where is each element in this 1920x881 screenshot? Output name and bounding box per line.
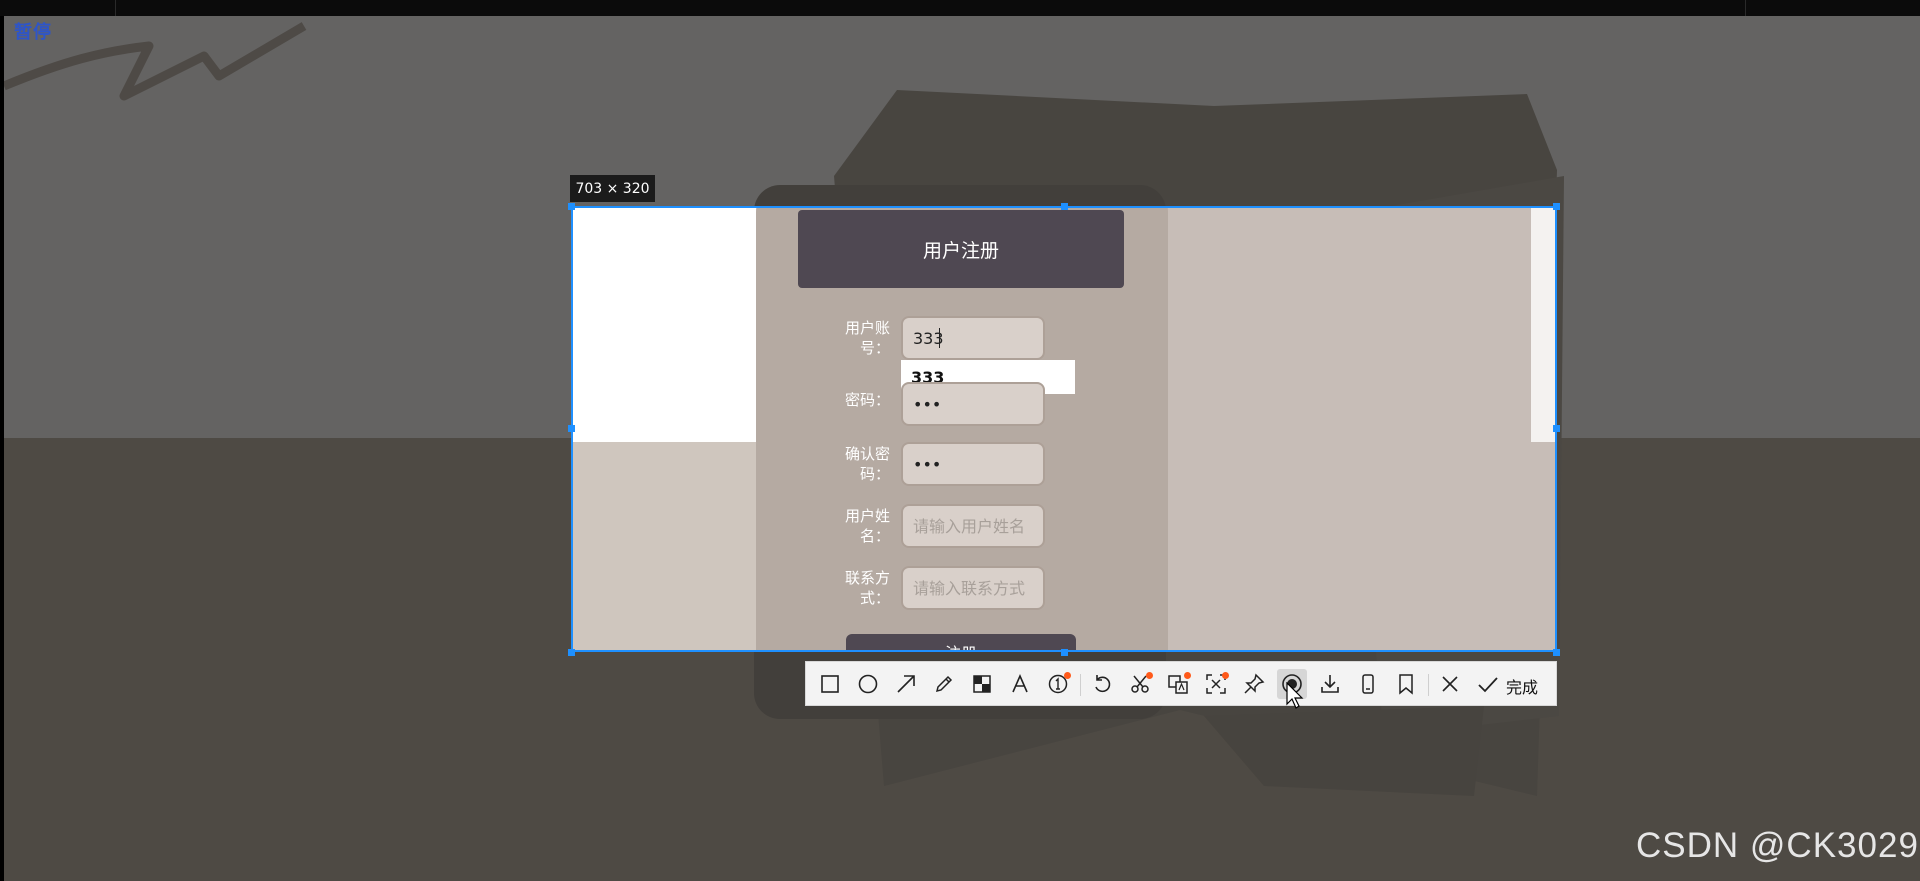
resize-handle-bottom-right[interactable] — [1553, 649, 1560, 656]
text-caret — [939, 328, 940, 348]
register-button[interactable]: 注册 — [846, 634, 1076, 650]
password-label: 密码： — [844, 391, 890, 409]
badge-dot — [1222, 672, 1229, 679]
scissors-icon[interactable] — [1125, 669, 1155, 699]
mosaic-icon[interactable] — [967, 669, 997, 699]
contact-label: 联系方式： — [844, 569, 890, 607]
arrow-icon[interactable] — [891, 669, 921, 699]
pencil-icon[interactable] — [929, 669, 959, 699]
confirm-password-input[interactable] — [901, 442, 1045, 486]
pin-icon[interactable] — [1239, 669, 1269, 699]
circle-icon[interactable] — [853, 669, 883, 699]
top-bar-divider — [115, 0, 116, 16]
selection-right-edge — [1531, 208, 1555, 442]
close-icon[interactable] — [1435, 669, 1465, 699]
username-input[interactable] — [901, 316, 1045, 360]
watermark-text: CSDN @CK3029 — [1636, 826, 1919, 865]
translate-icon[interactable] — [1163, 669, 1193, 699]
badge-dot — [1146, 672, 1153, 679]
bookmark-icon[interactable] — [1391, 669, 1421, 699]
contact-input[interactable] — [901, 566, 1045, 610]
real-name-input[interactable] — [901, 504, 1045, 548]
password-input[interactable] — [901, 382, 1045, 426]
top-bar — [0, 0, 1920, 16]
number-marker-icon[interactable] — [1043, 669, 1073, 699]
resize-handle-right[interactable] — [1553, 425, 1560, 432]
capture-selection[interactable]: 用户注册 用户账号： 333 密码： 确认密码： 用户姓名： 联系方式： 注册 — [571, 206, 1557, 652]
confirm-password-label: 确认密码： — [844, 445, 890, 483]
done-button-label[interactable]: 完成 — [1506, 674, 1538, 698]
username-label: 用户账号： — [844, 319, 890, 357]
toolbar-divider — [1428, 674, 1429, 696]
resize-handle-top-left[interactable] — [568, 203, 575, 210]
undo-icon[interactable] — [1087, 669, 1117, 699]
resize-handle-top[interactable] — [1061, 203, 1068, 210]
check-icon[interactable] — [1473, 669, 1503, 699]
real-name-label: 用户姓名： — [844, 507, 890, 545]
text-icon[interactable] — [1005, 669, 1035, 699]
selection-right-area — [1153, 208, 1555, 650]
selection-size-label: 703 × 320 — [570, 175, 655, 202]
register-title: 用户注册 — [798, 210, 1124, 288]
badge-dot — [1184, 672, 1191, 679]
annotation-toolbar: 完成 — [805, 661, 1557, 706]
top-bar-divider — [1745, 0, 1746, 16]
resize-handle-bottom-left[interactable] — [568, 649, 575, 656]
phone-icon[interactable] — [1353, 669, 1383, 699]
resize-handle-left[interactable] — [568, 425, 575, 432]
paused-label: 暂停 — [14, 22, 52, 43]
badge-dot — [1064, 672, 1071, 679]
resize-handle-bottom[interactable] — [1061, 649, 1068, 656]
toolbar-divider — [1080, 674, 1081, 696]
ocr-icon[interactable] — [1201, 669, 1231, 699]
rectangle-icon[interactable] — [815, 669, 845, 699]
download-icon[interactable] — [1315, 669, 1345, 699]
resize-handle-top-right[interactable] — [1553, 203, 1560, 210]
mouse-cursor-icon — [1286, 682, 1304, 709]
